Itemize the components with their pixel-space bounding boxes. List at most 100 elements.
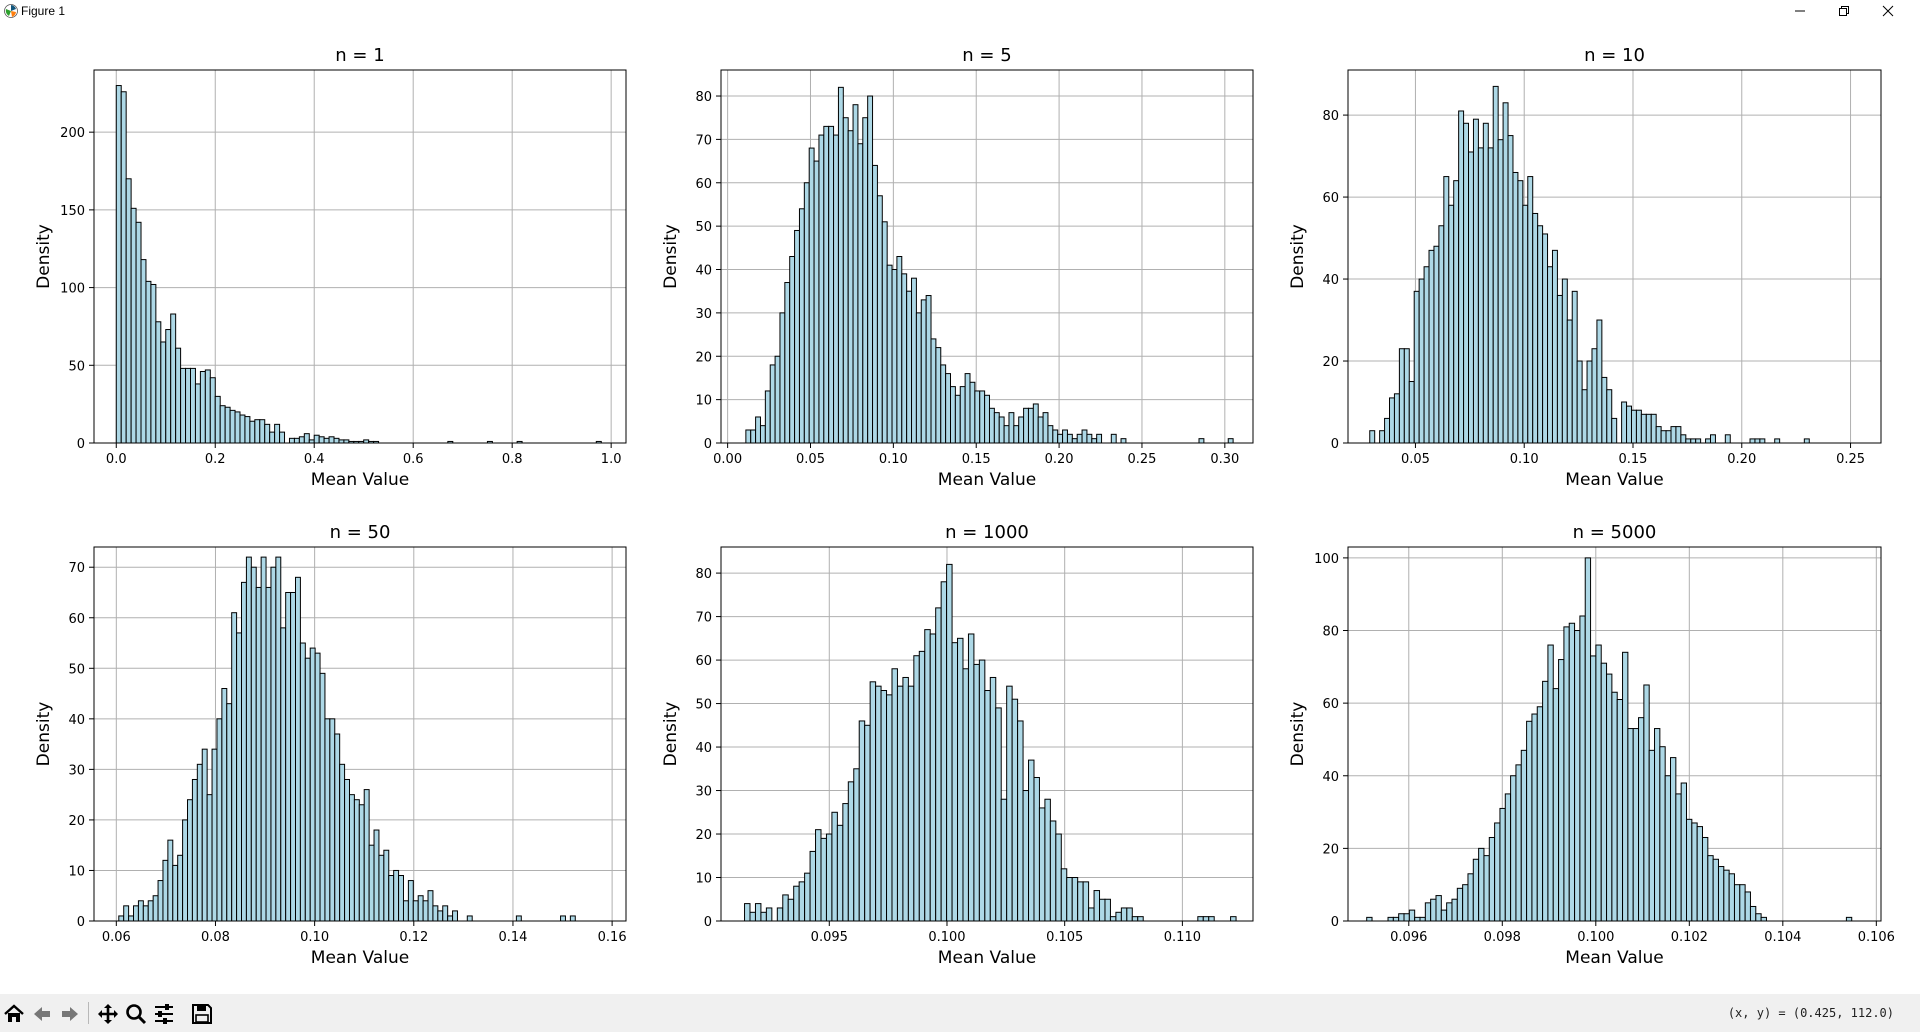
histogram-bar bbox=[920, 299, 927, 444]
histogram-bar bbox=[1055, 833, 1062, 922]
histogram-bar bbox=[1685, 438, 1692, 444]
histogram-bar bbox=[1774, 438, 1781, 444]
histogram-bar bbox=[902, 676, 909, 922]
histogram-bar bbox=[422, 900, 429, 922]
histogram-bar bbox=[393, 869, 400, 922]
histogram-bar bbox=[804, 872, 811, 922]
histogram-bar bbox=[869, 681, 877, 922]
histogram-bar bbox=[427, 890, 434, 922]
y-tick-label: 40 bbox=[1322, 273, 1339, 288]
histogram-bar bbox=[123, 905, 130, 922]
histogram-bar bbox=[279, 431, 286, 444]
histogram-bar bbox=[1451, 898, 1458, 922]
histogram-bar bbox=[194, 383, 201, 444]
histogram-bar bbox=[180, 367, 187, 444]
histogram-bar bbox=[339, 763, 346, 922]
histogram-bar bbox=[852, 104, 859, 444]
histogram-bar bbox=[118, 915, 125, 922]
histogram-bar bbox=[1131, 916, 1139, 922]
histogram-bar bbox=[847, 130, 854, 444]
histogram-bar bbox=[1120, 438, 1127, 444]
histogram-bar bbox=[1744, 891, 1751, 922]
histogram-bar bbox=[1033, 776, 1040, 922]
histogram-bar bbox=[452, 910, 458, 922]
histogram-bar bbox=[964, 373, 971, 444]
histogram-bar bbox=[1499, 807, 1506, 922]
close-button[interactable] bbox=[1866, 0, 1910, 22]
histogram-bar bbox=[1606, 389, 1613, 444]
figure-canvas[interactable]: 0.0 0.2 0.4 0.6 0.8 1.0 0 50 100 150 200 n = 1 Mean … bbox=[0, 22, 1920, 994]
histogram-bar bbox=[150, 283, 157, 444]
histogram-bar bbox=[1081, 429, 1088, 444]
histogram-bar bbox=[1551, 249, 1558, 444]
histogram-bar bbox=[1749, 905, 1757, 922]
histogram-bar bbox=[989, 676, 997, 922]
x-tick-label: 0.12 bbox=[399, 930, 428, 945]
y-tick-label: 60 bbox=[68, 612, 85, 627]
minimize-button[interactable] bbox=[1778, 0, 1822, 22]
histogram-bar bbox=[1717, 866, 1725, 922]
histogram-bar bbox=[1638, 717, 1645, 922]
histogram-bar bbox=[950, 386, 956, 444]
histogram-bar bbox=[1462, 884, 1469, 922]
histogram-bar bbox=[995, 707, 1002, 922]
histogram-bar bbox=[145, 280, 152, 444]
histogram-bar bbox=[363, 789, 370, 922]
histogram-bar bbox=[1701, 836, 1709, 922]
y-tick-label: 0 bbox=[77, 437, 85, 452]
x-tick-label: 0.14 bbox=[498, 930, 527, 945]
histogram-bar bbox=[1472, 858, 1480, 922]
x-tick-label: 0.10 bbox=[1510, 452, 1539, 467]
histogram-bar bbox=[265, 586, 272, 922]
histogram-bar bbox=[214, 395, 221, 444]
histogram-bar bbox=[876, 195, 883, 444]
histogram-bar bbox=[1392, 916, 1400, 922]
x-axis-label: Mean Value bbox=[1565, 948, 1663, 968]
histogram-bar bbox=[285, 591, 292, 922]
histogram-bar bbox=[915, 312, 922, 444]
histogram-bar bbox=[244, 416, 251, 444]
histogram-bar bbox=[294, 576, 301, 922]
histogram-bar bbox=[133, 905, 139, 922]
histogram-bar bbox=[1126, 907, 1133, 922]
histogram-bar bbox=[309, 647, 316, 922]
home-button[interactable] bbox=[2, 1003, 26, 1025]
maximize-button[interactable] bbox=[1822, 0, 1866, 22]
back-button[interactable] bbox=[30, 1003, 54, 1025]
y-tick-label: 60 bbox=[1322, 191, 1339, 206]
y-tick-label: 20 bbox=[695, 350, 712, 365]
histogram-bar bbox=[930, 338, 937, 444]
save-button[interactable] bbox=[190, 1003, 214, 1025]
histogram-bar bbox=[1621, 401, 1628, 444]
y-tick-label: 150 bbox=[60, 204, 85, 219]
histogram-bar bbox=[911, 277, 917, 444]
pan-button[interactable] bbox=[96, 1003, 120, 1025]
y-tick-label: 40 bbox=[68, 713, 85, 728]
histogram-bar bbox=[1137, 916, 1144, 922]
histogram-bar bbox=[288, 437, 295, 444]
histogram-bar bbox=[1387, 916, 1394, 922]
histogram-bar bbox=[270, 566, 277, 922]
histogram-bar bbox=[1418, 278, 1425, 444]
forward-button[interactable] bbox=[58, 1003, 82, 1025]
y-tick-label: 50 bbox=[68, 662, 85, 677]
histogram-bar bbox=[1660, 430, 1667, 444]
histogram-bar bbox=[199, 371, 206, 444]
histogram-bar bbox=[1488, 836, 1496, 922]
histogram-bar bbox=[1088, 907, 1095, 922]
histogram-bar bbox=[417, 895, 424, 922]
x-tick-label: 0.00 bbox=[713, 452, 742, 467]
histogram-bar bbox=[344, 778, 350, 922]
x-tick-label: 0.105 bbox=[1046, 930, 1083, 945]
histogram-bar bbox=[1584, 557, 1592, 922]
histogram-bar bbox=[940, 581, 948, 922]
histogram-bar bbox=[142, 905, 149, 922]
histogram-bar bbox=[333, 437, 340, 444]
configure-subplots-button[interactable] bbox=[152, 1003, 176, 1025]
histogram-bar bbox=[1502, 102, 1509, 444]
bars bbox=[1366, 557, 1853, 922]
histogram-bar bbox=[1655, 426, 1662, 444]
zoom-button[interactable] bbox=[124, 1003, 148, 1025]
histogram-bar bbox=[1645, 413, 1652, 444]
histogram-bar bbox=[157, 880, 164, 922]
